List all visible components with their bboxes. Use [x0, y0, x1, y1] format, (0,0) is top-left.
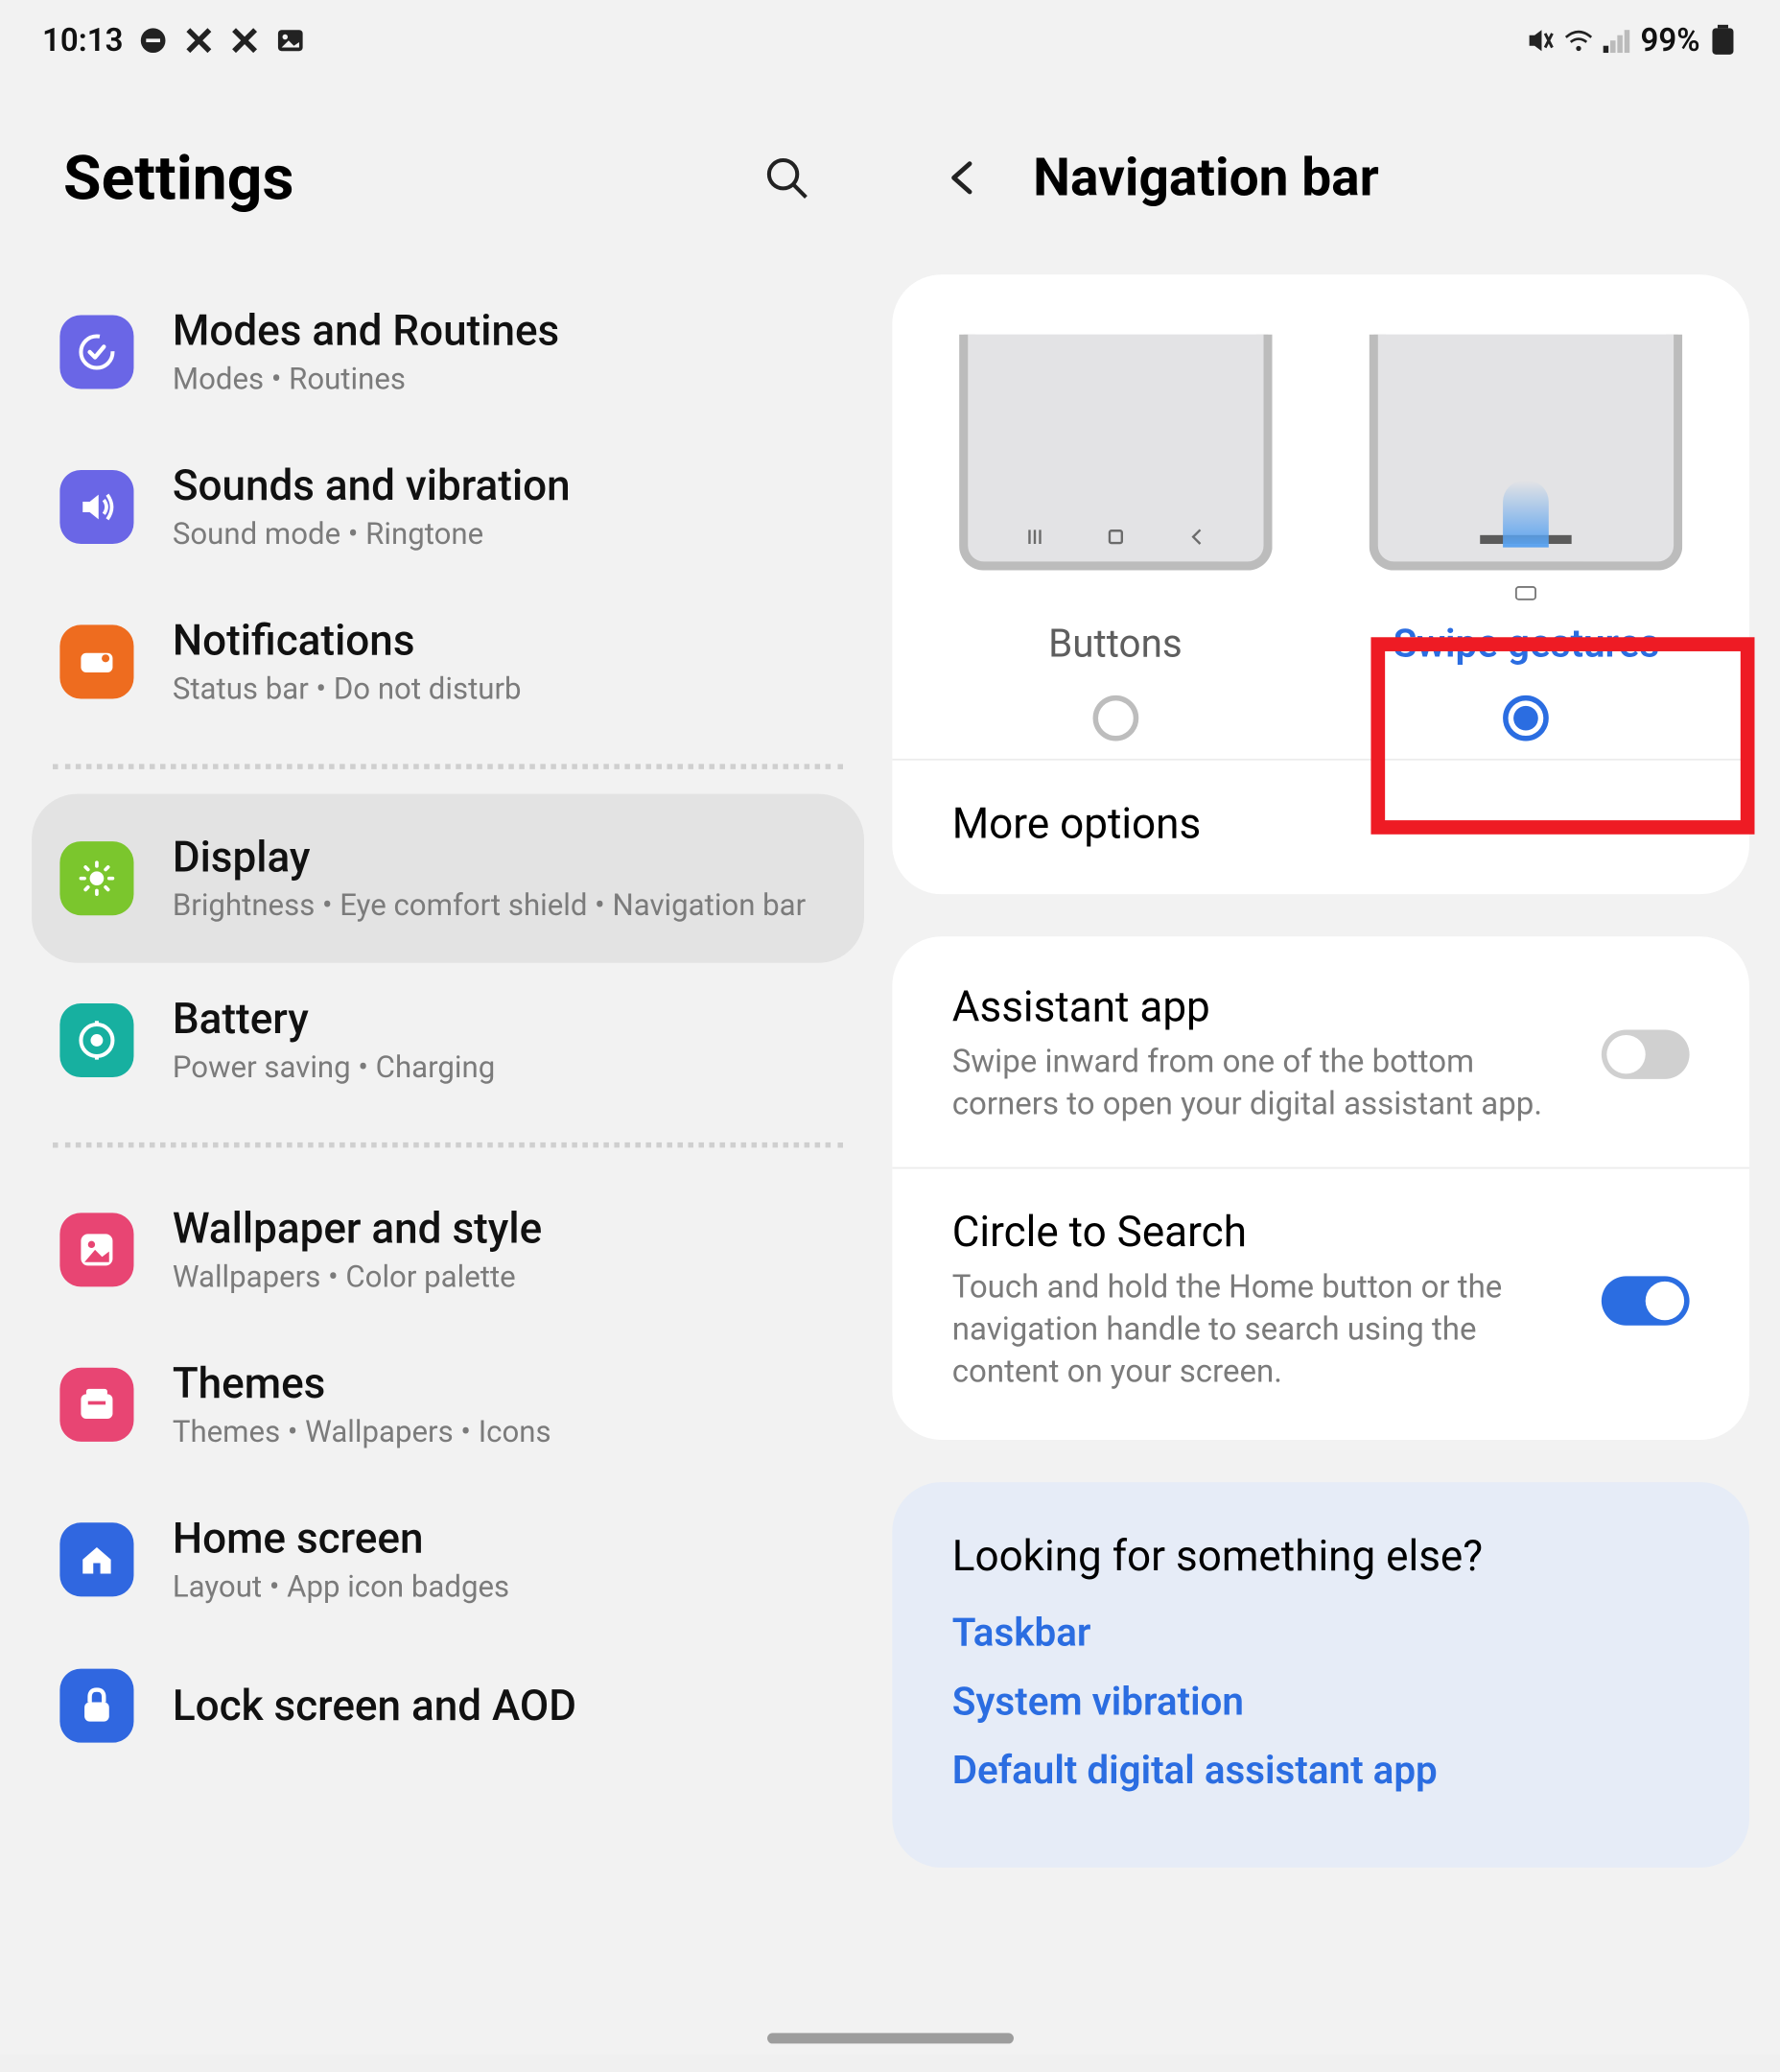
divider: [53, 1142, 843, 1148]
modes-icon: [59, 315, 133, 388]
gestures-radio[interactable]: [1504, 695, 1550, 742]
gesture-home-indicator-icon: [1515, 586, 1536, 600]
status-left: 10:13: [42, 22, 306, 59]
settings-item-title: Battery: [173, 995, 495, 1044]
dnd-icon: [137, 25, 169, 57]
buttons-preview: [959, 335, 1273, 571]
nav-type-gestures[interactable]: Swipe gestures: [1339, 335, 1715, 742]
status-right: 99%: [1524, 22, 1739, 59]
settings-header: Settings: [42, 81, 854, 274]
lock-icon: [59, 1669, 133, 1743]
status-time: 10:13: [42, 22, 123, 59]
settings-item-sub: Power saving • Charging: [173, 1050, 495, 1086]
looking-title: Looking for something else?: [952, 1532, 1690, 1581]
buttons-label: Buttons: [1048, 624, 1183, 668]
navbar-pane: Navigation bar Buttons: [871, 81, 1780, 2054]
home-icon: [1105, 527, 1126, 548]
divider: [53, 764, 843, 769]
looking-link[interactable]: Taskbar: [952, 1613, 1690, 1658]
toggle-sub: Touch and hold the Home button or the na…: [952, 1266, 1570, 1395]
settings-item-sub: Modes • Routines: [173, 363, 559, 398]
toggles-card: Assistant app Swipe inward from one of th…: [892, 936, 1749, 1441]
settings-item-sub: Themes • Wallpapers • Icons: [173, 1415, 551, 1450]
settings-pane: Settings Modes and Routines Modes • Routi…: [0, 81, 871, 2054]
settings-item-title: Home screen: [173, 1514, 509, 1563]
navbar-header: Navigation bar: [892, 81, 1749, 274]
settings-item-sub: Brightness • Eye comfort shield • Naviga…: [173, 889, 806, 925]
settings-item-title: Notifications: [173, 616, 522, 665]
nav-type-card: Buttons Swipe gestures More: [892, 274, 1749, 894]
content-split: Settings Modes and Routines Modes • Routi…: [0, 81, 1780, 2054]
signal-icon: [1602, 25, 1633, 57]
settings-item-wallpaper[interactable]: Wallpaper and style Wallpapers • Color pa…: [42, 1172, 854, 1327]
bottom-handle[interactable]: [767, 2033, 1014, 2043]
image-icon: [274, 25, 306, 57]
settings-item-sub: Sound mode • Ringtone: [173, 517, 571, 553]
more-options-row[interactable]: More options: [892, 759, 1749, 887]
settings-item-title: Sounds and vibration: [173, 461, 571, 510]
settings-item-title: Lock screen and AOD: [173, 1681, 576, 1730]
settings-list: Modes and Routines Modes • Routines Sounds…: [42, 274, 854, 1774]
settings-item-title: Display: [173, 833, 806, 882]
search-button[interactable]: [748, 139, 826, 217]
mute-icon: [1524, 25, 1556, 57]
toggle-title: Assistant app: [952, 982, 1570, 1031]
toggle-title: Circle to Search: [952, 1207, 1570, 1256]
gestures-label: Swipe gestures: [1394, 624, 1660, 668]
settings-item-themes[interactable]: Themes Themes • Wallpapers • Icons: [42, 1328, 854, 1482]
settings-item-sub: Status bar • Do not disturb: [173, 672, 522, 708]
display-icon: [59, 841, 133, 915]
gesture-thumb-icon: [1504, 481, 1550, 548]
nav-type-row: Buttons Swipe gestures: [892, 282, 1749, 759]
toggle-row[interactable]: Assistant app Swipe inward from one of th…: [892, 944, 1749, 1166]
status-bar: 10:13 99%: [0, 0, 1780, 81]
back-nav-icon: [1185, 527, 1206, 548]
settings-item-sub: Wallpapers • Color palette: [173, 1260, 542, 1296]
x-icon: [183, 25, 215, 57]
themes-icon: [59, 1368, 133, 1442]
settings-item-sub: Layout • App icon badges: [173, 1570, 509, 1606]
looking-link[interactable]: System vibration: [952, 1682, 1690, 1726]
looking-card: Looking for something else? Taskbar Syste…: [892, 1483, 1749, 1869]
search-icon: [762, 153, 811, 202]
toggle-sub: Swipe inward from one of the bottom corn…: [952, 1042, 1570, 1127]
settings-item-lock[interactable]: Lock screen and AOD: [42, 1637, 854, 1775]
looking-link[interactable]: Default digital assistant app: [952, 1751, 1690, 1795]
recent-icon: [1024, 527, 1045, 548]
settings-item-title: Wallpaper and style: [173, 1204, 542, 1253]
nav-type-buttons[interactable]: Buttons: [927, 335, 1303, 742]
settings-item-display[interactable]: Display Brightness • Eye comfort shield •…: [32, 794, 864, 963]
home-icon: [59, 1522, 133, 1596]
more-options-label: More options: [952, 799, 1202, 848]
settings-item-modes[interactable]: Modes and Routines Modes • Routines: [42, 274, 854, 429]
navbar-title: Navigation bar: [1033, 147, 1379, 208]
settings-item-sound[interactable]: Sounds and vibration Sound mode • Rington…: [42, 430, 854, 584]
gestures-preview: [1370, 335, 1683, 571]
back-button[interactable]: [931, 146, 995, 209]
settings-item-title: Themes: [173, 1359, 551, 1408]
toggle-row[interactable]: Circle to Search Touch and hold the Home …: [892, 1166, 1749, 1434]
sound-icon: [59, 470, 133, 544]
chevron-left-icon: [944, 158, 982, 197]
toggle-switch[interactable]: [1602, 1276, 1690, 1325]
toggle-switch[interactable]: [1602, 1030, 1690, 1079]
battery-icon: [59, 1003, 133, 1077]
buttons-radio[interactable]: [1092, 695, 1138, 742]
battery-percent: 99%: [1640, 22, 1699, 59]
settings-item-home[interactable]: Home screen Layout • App icon badges: [42, 1482, 854, 1636]
notif-icon: [59, 624, 133, 698]
phone-shell: 10:13 99% Settings Modes and RoutinesMod…: [0, 0, 1780, 2054]
wifi-icon: [1563, 25, 1595, 57]
settings-item-title: Modes and Routines: [173, 306, 559, 355]
battery-icon: [1707, 25, 1739, 57]
settings-title: Settings: [63, 142, 293, 214]
wallpaper-icon: [59, 1213, 133, 1286]
x-icon-2: [229, 25, 261, 57]
settings-item-battery[interactable]: Battery Power saving • Charging: [42, 963, 854, 1118]
settings-item-notif[interactable]: Notifications Status bar • Do not disturb: [42, 584, 854, 739]
